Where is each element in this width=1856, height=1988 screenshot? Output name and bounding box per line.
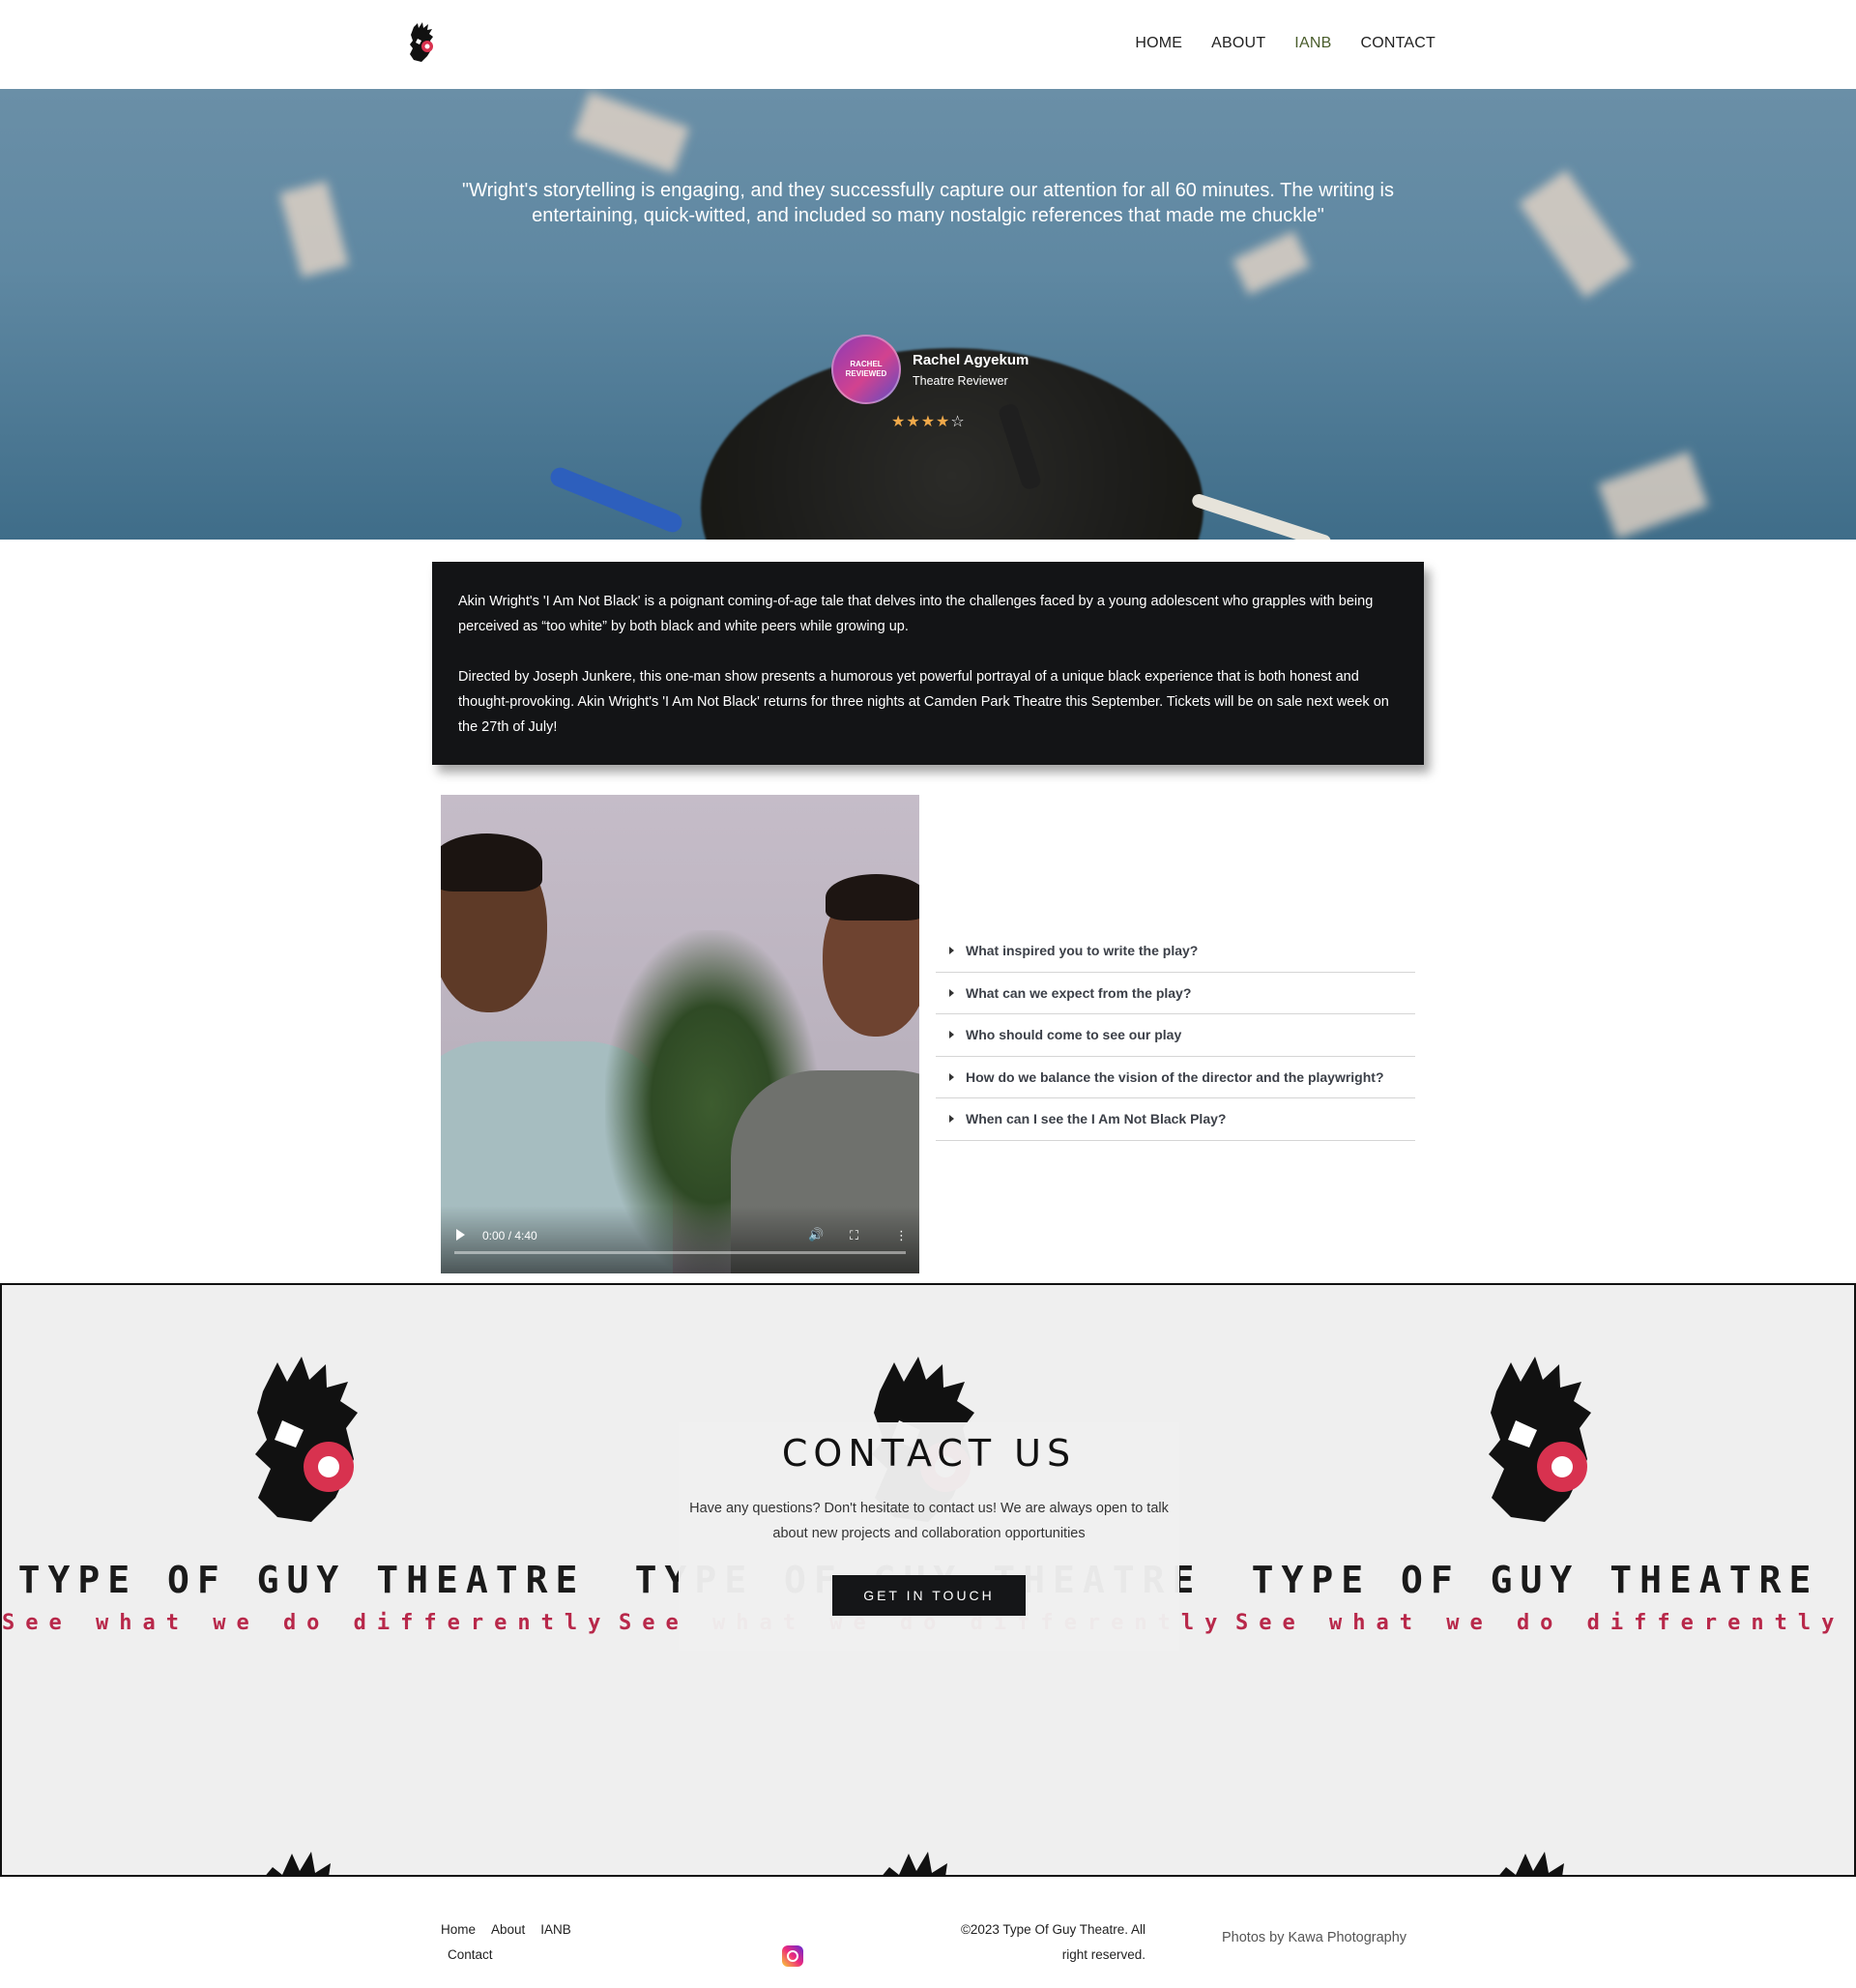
nav-home[interactable]: HOME	[1135, 35, 1182, 52]
faq-accordion: What inspired you to write the play? Wha…	[936, 930, 1415, 1141]
main-nav: HOME ABOUT IANB CONTACT	[1135, 35, 1436, 52]
play-icon[interactable]	[456, 1229, 465, 1241]
description-paragraph: Directed by Joseph Junkere, this one-man…	[458, 669, 1389, 735]
video-player[interactable]: 0:00 / 4:40 🔊 ⛶ ⋮	[441, 795, 919, 1273]
footer-link-about[interactable]: About	[491, 1922, 525, 1937]
faq-item[interactable]: What can we expect from the play?	[936, 973, 1415, 1014]
play-description: Akin Wright's 'I Am Not Black' is a poig…	[432, 562, 1424, 765]
caret-right-icon	[949, 988, 954, 997]
description-paragraph: Akin Wright's 'I Am Not Black' is a poig…	[458, 594, 1374, 634]
contact-card: CONTACT US Have any questions? Don't hes…	[679, 1422, 1179, 1651]
bearded-man-headphones-logo	[255, 1357, 358, 1522]
hero-background-image	[1232, 231, 1311, 295]
caret-right-icon	[949, 1031, 954, 1039]
nav-about[interactable]: ABOUT	[1211, 35, 1265, 52]
caret-right-icon	[949, 947, 954, 955]
footer-link-ianb[interactable]: IANB	[540, 1922, 571, 1937]
brand-tagline: See what we do differently	[2, 1611, 612, 1635]
faq-question: How do we balance the vision of the dire…	[966, 1068, 1384, 1085]
star-rating: ★ ★ ★ ★ ☆	[891, 414, 965, 431]
faq-item[interactable]: When can I see the I Am Not Black Play?	[936, 1098, 1415, 1141]
brand-tile: TYPE OF GUY THEATRE See what we do diffe…	[2, 1353, 601, 1635]
footer-nav: Home About IANB Contact	[441, 1917, 605, 1968]
hero-background-image	[1190, 492, 1333, 540]
faq-question: Who should come to see our play	[966, 1027, 1182, 1043]
faq-item[interactable]: How do we balance the vision of the dire…	[936, 1057, 1415, 1098]
site-header: HOME ABOUT IANB CONTACT	[0, 0, 1856, 89]
faq-item[interactable]: What inspired you to write the play?	[936, 930, 1415, 973]
star-empty-icon: ☆	[950, 414, 965, 430]
testimonial-quote: "Wright's storytelling is engaging, and …	[462, 180, 1394, 226]
contact-section: TYPE OF GUY THEATRE See what we do diffe…	[0, 1283, 1856, 1877]
video-progress-bar[interactable]	[454, 1251, 906, 1254]
instagram-icon[interactable]	[782, 1945, 803, 1967]
get-in-touch-button[interactable]: GET IN TOUCH	[832, 1575, 1026, 1616]
star-filled-icon: ★	[936, 414, 950, 430]
site-footer: Home About IANB Contact ©2023 Type Of Guy …	[0, 1877, 1856, 1988]
faq-question: When can I see the I Am Not Black Play?	[966, 1111, 1227, 1127]
reviewer-name: Rachel Agyekum	[913, 351, 1030, 368]
nav-ianb[interactable]: IANB	[1294, 35, 1331, 52]
avatar-text: RACHEL	[850, 360, 883, 368]
bearded-man-headphones-logo	[266, 1852, 345, 1875]
hero-testimonial: "Wright's storytelling is engaging, and …	[0, 89, 1856, 540]
bearded-man-headphones-logo	[883, 1852, 962, 1875]
contact-text: Have any questions? Don't hesitate to co…	[689, 1501, 1169, 1541]
caret-right-icon	[949, 1072, 954, 1081]
volume-icon[interactable]: 🔊	[808, 1227, 824, 1242]
brand-tile: TYPE OF GUY THEATRE See what we do diffe…	[1235, 1353, 1835, 1635]
footer-link-home[interactable]: Home	[441, 1922, 476, 1937]
brand-name: TYPE OF GUY THEATRE	[1251, 1559, 1819, 1601]
fullscreen-icon[interactable]: ⛶	[850, 1228, 858, 1243]
video-frame	[441, 833, 542, 892]
video-time: 0:00 / 4:40	[482, 1229, 537, 1242]
faq-question: What inspired you to write the play?	[966, 943, 1199, 959]
reviewer-avatar: RACHEL REVIEWED	[831, 335, 901, 404]
faq-item[interactable]: Who should come to see our play	[936, 1014, 1415, 1057]
footer-link-contact[interactable]: Contact	[448, 1947, 493, 1962]
hero-background-image	[1519, 169, 1633, 299]
hero-background-image	[1597, 451, 1709, 540]
star-filled-icon: ★	[891, 414, 906, 430]
bearded-man-headphones-logo	[1499, 1852, 1579, 1875]
star-filled-icon: ★	[906, 414, 920, 430]
star-filled-icon: ★	[920, 414, 936, 430]
hero-background-image	[547, 464, 685, 536]
reviewer-role: Theatre Reviewer	[913, 373, 1008, 388]
bearded-man-headphones-logo	[1489, 1357, 1591, 1522]
hero-background-image	[279, 181, 349, 278]
photo-credits: Photos by Kawa Photography	[1222, 1930, 1407, 1945]
brand-name: TYPE OF GUY THEATRE	[17, 1559, 586, 1601]
avatar-text: REVIEWED	[845, 369, 887, 378]
brand-tagline: See what we do differently	[1235, 1611, 1845, 1635]
video-controls: 0:00 / 4:40 🔊 ⛶ ⋮	[441, 1206, 919, 1273]
bearded-man-headphones-logo[interactable]	[404, 21, 439, 66]
more-options-icon[interactable]: ⋮	[895, 1228, 908, 1243]
caret-right-icon	[949, 1115, 954, 1124]
faq-question: What can we expect from the play?	[966, 984, 1192, 1001]
hero-background-image	[572, 91, 690, 174]
copyright: ©2023 Type Of Guy Theatre. All right res…	[960, 1922, 1146, 1962]
reviewer: RACHEL REVIEWED Rachel Agyekum Theatre R…	[831, 335, 1029, 404]
contact-title: CONTACT US	[781, 1432, 1077, 1475]
nav-contact[interactable]: CONTACT	[1360, 35, 1436, 52]
video-frame	[826, 874, 919, 921]
